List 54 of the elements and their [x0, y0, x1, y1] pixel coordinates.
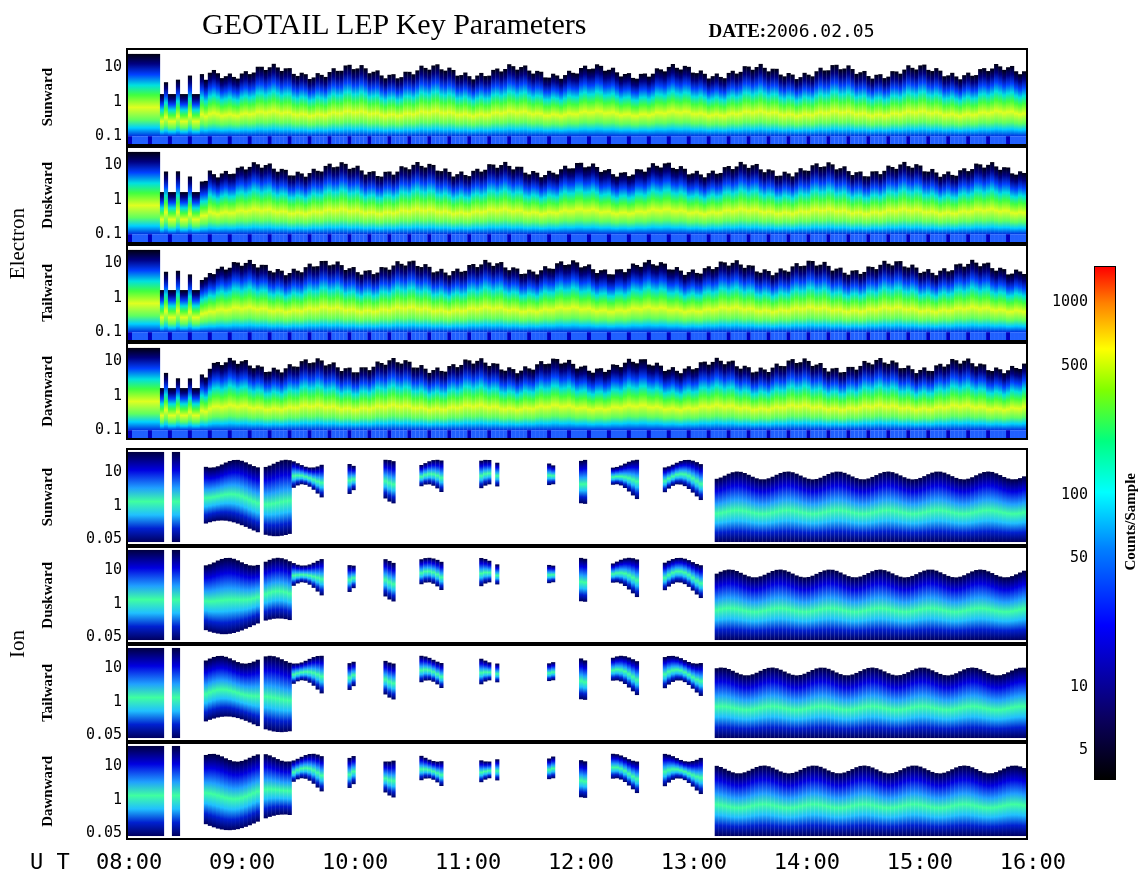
- panel-label: Sunward: [38, 67, 56, 127]
- axis-tick-label: 1: [112, 594, 122, 611]
- panel-label: Sunward: [38, 467, 56, 527]
- axis-tick-label: 10: [103, 58, 122, 74]
- colorbar-tick-label: 1000: [1051, 293, 1088, 309]
- panel-label: Tailward: [38, 664, 56, 722]
- axis-tick-label: 0.1: [94, 225, 122, 241]
- axis-tick-label: 1: [112, 190, 122, 207]
- axis-tick-label: 10: [103, 463, 122, 479]
- axis-tick-label: 0.1: [94, 323, 122, 339]
- axis-tick-label: 10:00: [321, 848, 389, 874]
- axis-tick-label: 0.05: [85, 824, 122, 840]
- axis-tick-label: 1: [112, 790, 122, 807]
- colorbar-title: Counts/Sample: [1122, 473, 1139, 571]
- panel-label: Tailward: [38, 264, 56, 322]
- colorbar-tick-label: 100: [1060, 486, 1088, 502]
- axis-tick-label: 16:00: [999, 848, 1066, 874]
- axis-label: U T: [29, 848, 71, 874]
- axis-tick-label: 11:00: [434, 848, 502, 874]
- axis-tick-label: 0.1: [94, 421, 122, 437]
- group-label: Ion: [4, 630, 30, 658]
- panel-label: Duskward: [38, 561, 56, 629]
- axis-tick-label: 10: [103, 254, 122, 270]
- axis-tick-label: 14:00: [773, 848, 841, 874]
- axis-tick-label: 0.05: [85, 530, 122, 546]
- axis-tick-label: 09:00: [208, 848, 276, 874]
- panel-label: Dawnward: [38, 755, 56, 827]
- axis-tick-label: 12:00: [547, 848, 615, 874]
- axis-tick-label: 10: [103, 659, 122, 675]
- axis-tick-label: 1: [112, 692, 122, 709]
- panel-label: Duskward: [38, 161, 56, 229]
- axis-tick-label: 1: [112, 288, 122, 305]
- axis-tick-label: 1: [112, 386, 122, 403]
- colorbar-tick-label: 50: [1069, 549, 1088, 565]
- axis-tick-label: 08:00: [96, 848, 163, 874]
- axis-tick-label: 10: [103, 757, 122, 773]
- axis-tick-label: 10: [103, 561, 122, 577]
- colorbar-tick-label: 500: [1060, 357, 1088, 373]
- date-value: 2006.02.05: [766, 20, 875, 41]
- axis-tick-label: 0.05: [85, 628, 122, 644]
- axis-tick-label: 1: [112, 92, 122, 109]
- axis-tick-label: 13:00: [660, 848, 728, 874]
- date-label: DATE:: [708, 20, 767, 42]
- group-label: Electron: [4, 208, 30, 280]
- colorbar-tick-label: 10: [1069, 678, 1088, 694]
- chart-title: GEOTAIL LEP Key Parameters: [202, 6, 587, 42]
- panel-label: Dawnward: [38, 355, 56, 427]
- axis-tick-label: 10: [103, 352, 122, 368]
- axis-tick-label: 0.05: [85, 726, 122, 742]
- colorbar-tick-label: 5: [1078, 741, 1088, 757]
- axis-tick-label: 0.1: [94, 127, 122, 143]
- axis-tick-label: 15:00: [886, 848, 953, 874]
- axis-tick-label: 10: [103, 156, 122, 172]
- axis-tick-label: 1: [112, 496, 122, 513]
